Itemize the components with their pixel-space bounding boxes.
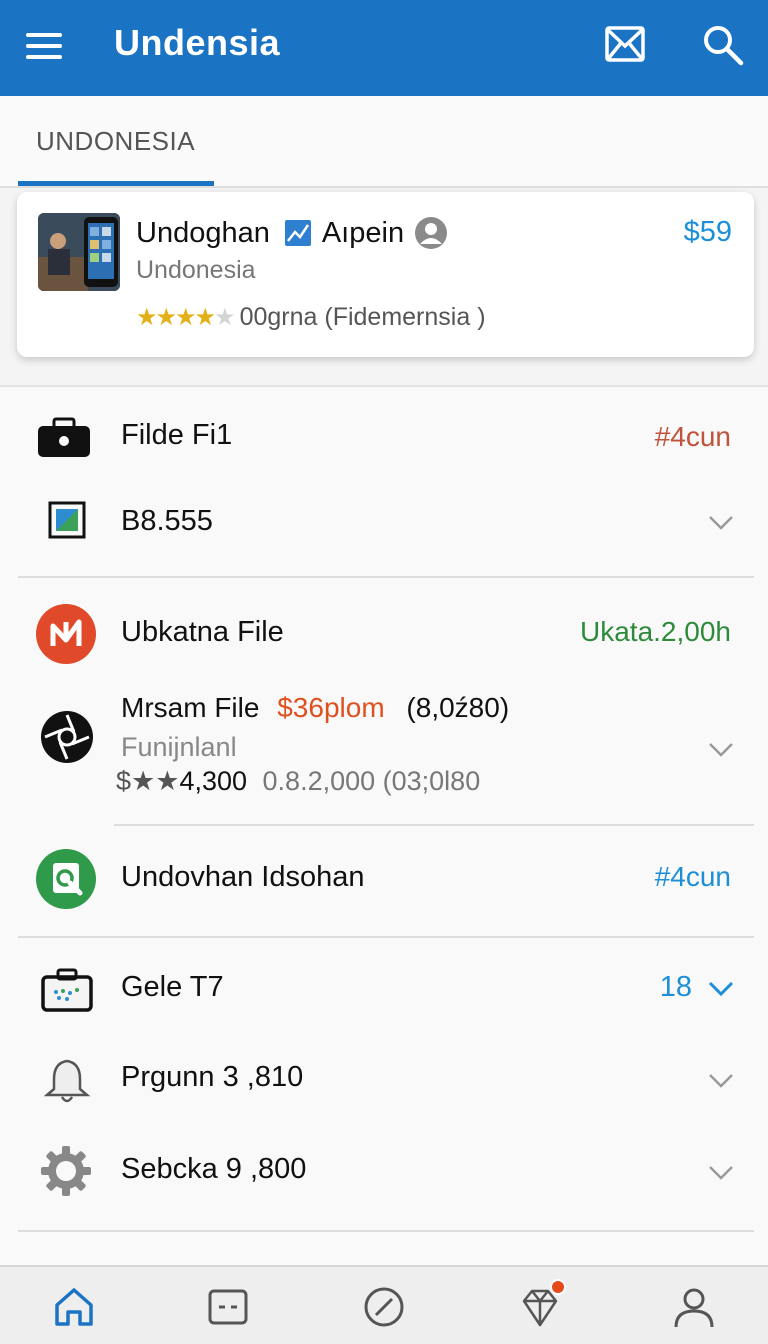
list-item-label: B8.555	[121, 505, 213, 537]
home-icon[interactable]	[52, 1285, 96, 1329]
list-item-label: Ubkatna File	[121, 616, 284, 648]
user-avatar-icon	[415, 217, 448, 249]
bottom-nav	[0, 1265, 768, 1344]
n-logo-icon	[36, 604, 96, 664]
tab-indicator	[18, 181, 214, 186]
chevron-down-icon[interactable]	[708, 1165, 734, 1181]
mail-icon[interactable]	[604, 24, 646, 64]
toolbox-icon	[41, 968, 93, 1012]
list-item-label: Sebcka 9 ,800	[121, 1153, 307, 1185]
stats-main: 4,300	[179, 766, 248, 796]
chart-icon	[284, 220, 311, 246]
aperture-icon	[41, 711, 93, 763]
card-icon[interactable]	[206, 1285, 250, 1329]
tab-bar: UNDONESIA	[0, 96, 768, 188]
app-bar: Undensia	[0, 0, 768, 96]
gear-icon	[41, 1146, 91, 1196]
list-item-label: Gele T7	[121, 971, 224, 1003]
app-name-text: Undoghan	[136, 216, 270, 249]
app-title: Undensia	[114, 22, 281, 63]
bell-icon	[43, 1059, 91, 1103]
list-item-label: Prgunn 3 ,810	[121, 1061, 304, 1093]
search-app-icon	[36, 849, 96, 909]
item-list: Filde Fi1 #4cun B8.555 Ubkatna File Ukat…	[0, 385, 768, 1265]
diamond-nav[interactable]	[518, 1279, 566, 1329]
divider	[114, 824, 754, 826]
chevron-down-icon[interactable]	[708, 742, 734, 758]
rating-text: 00grna (Fidemernsia )	[239, 303, 486, 331]
list-item-mrsam[interactable]: Mrsam File $36plom (8,0ź80) Funijnlanl $…	[0, 680, 768, 810]
briefcase-icon	[38, 417, 90, 457]
app-thumbnail	[38, 213, 120, 291]
tab-label: UNDONESIA	[36, 126, 196, 156]
list-item-undovhan[interactable]: Undovhan Idsohan #4cun	[0, 839, 768, 919]
list-item-meta: Ukata.2,00h	[580, 616, 731, 647]
app-name-suffix: Aıpein	[321, 216, 405, 249]
list-item-gele[interactable]: Gele T7 18	[0, 953, 768, 1027]
divider	[18, 576, 754, 578]
app-subtitle: Undonesia	[136, 256, 256, 284]
chart-box-icon	[48, 501, 86, 539]
list-item-stats: $★★4,300 0.8.2,000 (03;0l80	[116, 766, 480, 797]
list-item-ubkatna[interactable]: Ubkatna File Ukata.2,00h	[0, 592, 768, 672]
featured-app-card[interactable]: Undoghan Aıpein Undonesia ★★★★★ 00grna (…	[17, 192, 754, 357]
list-item-title-line: Mrsam File $36plom (8,0ź80)	[121, 692, 509, 724]
app-name: Undoghan Aıpein	[136, 216, 448, 250]
list-item-filde[interactable]: Filde Fi1 #4cun	[0, 405, 768, 469]
search-icon[interactable]	[702, 24, 744, 66]
compass-icon[interactable]	[362, 1285, 406, 1329]
menu-icon[interactable]	[26, 30, 64, 62]
list-item-prgunn[interactable]: Prgunn 3 ,810	[0, 1045, 768, 1115]
chevron-down-icon[interactable]	[708, 515, 734, 531]
list-item-meta: #4cun	[654, 861, 731, 892]
app-price: $59	[683, 216, 732, 248]
list-item-extra: (8,0ź80)	[406, 692, 510, 723]
list-item-sebcka[interactable]: Sebcka 9 ,800	[0, 1137, 768, 1207]
profile-icon[interactable]	[672, 1285, 716, 1329]
list-item-label: Filde Fi1	[121, 419, 233, 451]
list-item-label: Undovhan Idsohan	[121, 861, 365, 893]
chevron-down-icon[interactable]	[708, 1073, 734, 1089]
list-item-b8[interactable]: B8.555	[0, 491, 768, 555]
star-rating: ★★★★★	[136, 304, 236, 331]
notification-badge	[550, 1279, 566, 1295]
list-item-price: $36plom	[277, 692, 385, 723]
divider	[18, 1230, 754, 1232]
chevron-down-icon[interactable]	[708, 981, 734, 997]
list-item-subtitle: Funijnlanl	[121, 732, 237, 762]
app-rating: ★★★★★ 00grna (Fidemernsia )	[136, 303, 486, 332]
list-item-meta: #4cun	[654, 421, 731, 452]
list-item-count: 18	[659, 971, 692, 1003]
list-item-title: Mrsam File	[121, 692, 260, 723]
stats-stars: $★★	[116, 766, 180, 796]
divider	[18, 936, 754, 938]
stats-rest: 0.8.2,000 (03;0l80	[262, 766, 481, 796]
tab-undonesia[interactable]: UNDONESIA	[18, 96, 214, 186]
